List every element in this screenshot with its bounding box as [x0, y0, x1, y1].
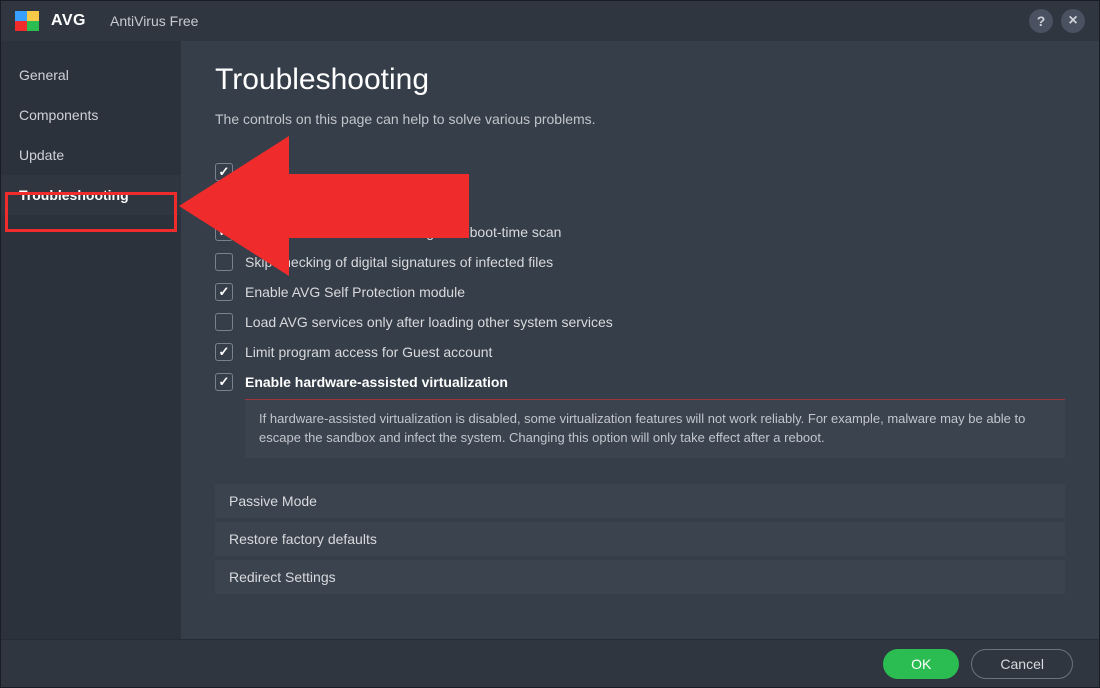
expander-redirect-settings[interactable]: Redirect Settings — [215, 560, 1065, 594]
checkbox-row-hw-virtualization: Enable hardware-assisted virtualization — [215, 367, 1065, 397]
checkbox-hw-virtualization[interactable] — [215, 373, 233, 391]
checkbox-label-hw-virtualization: Enable hardware-assisted virtualization — [245, 374, 508, 390]
app-title: AntiVirus Free — [110, 13, 198, 29]
checkbox-row-guest-limit: Limit program access for Guest account — [215, 337, 1065, 367]
checkbox-row-hidden-2 — [215, 187, 1065, 217]
checkbox-row-raw-disk: Enable raw disk access during AVG boot-t… — [215, 217, 1065, 247]
checkbox-label-delay-services: Load AVG services only after loading oth… — [245, 314, 613, 330]
settings-sidebar: General Components Update Troubleshootin… — [1, 41, 181, 641]
checkbox-hidden-1[interactable] — [215, 163, 233, 181]
app-short-name: AVG — [51, 12, 86, 30]
avg-logo-icon — [15, 9, 43, 33]
expander-restore-defaults[interactable]: Restore factory defaults — [215, 522, 1065, 556]
page-description: The controls on this page can help to so… — [215, 111, 1065, 127]
close-button[interactable]: × — [1061, 9, 1085, 33]
main-panel: Troubleshooting The controls on this pag… — [181, 41, 1099, 641]
checkbox-row-hidden-1 — [215, 157, 1065, 187]
expander-passive-mode[interactable]: Passive Mode — [215, 484, 1065, 518]
checkbox-label-raw-disk: Enable raw disk access during AVG boot-t… — [245, 224, 561, 240]
checkbox-label-self-protection: Enable AVG Self Protection module — [245, 284, 465, 300]
checkbox-raw-disk[interactable] — [215, 223, 233, 241]
checkbox-skip-signatures[interactable] — [215, 253, 233, 271]
cancel-button[interactable]: Cancel — [971, 649, 1073, 679]
sidebar-item-general[interactable]: General — [1, 55, 181, 95]
sidebar-item-troubleshooting[interactable]: Troubleshooting — [1, 175, 181, 215]
sidebar-item-update[interactable]: Update — [1, 135, 181, 175]
checkbox-label-guest-limit: Limit program access for Guest account — [245, 344, 492, 360]
checkbox-row-skip-signatures: Skip checking of digital signatures of i… — [215, 247, 1065, 277]
virtualization-info: If hardware-assisted virtualization is d… — [245, 399, 1065, 458]
titlebar: AVG AntiVirus Free ? × — [1, 1, 1099, 41]
sidebar-item-components[interactable]: Components — [1, 95, 181, 135]
checkbox-self-protection[interactable] — [215, 283, 233, 301]
help-button[interactable]: ? — [1029, 9, 1053, 33]
app-logo: AVG — [15, 9, 86, 33]
page-title: Troubleshooting — [215, 63, 1065, 97]
body: General Components Update Troubleshootin… — [1, 41, 1099, 641]
checkbox-label-skip-signatures: Skip checking of digital signatures of i… — [245, 254, 553, 270]
checkbox-guest-limit[interactable] — [215, 343, 233, 361]
checkbox-row-delay-services: Load AVG services only after loading oth… — [215, 307, 1065, 337]
checkbox-delay-services[interactable] — [215, 313, 233, 331]
checkbox-hidden-2[interactable] — [215, 193, 233, 211]
checkbox-row-self-protection: Enable AVG Self Protection module — [215, 277, 1065, 307]
dialog-footer: OK Cancel — [1, 639, 1099, 687]
ok-button[interactable]: OK — [883, 649, 959, 679]
